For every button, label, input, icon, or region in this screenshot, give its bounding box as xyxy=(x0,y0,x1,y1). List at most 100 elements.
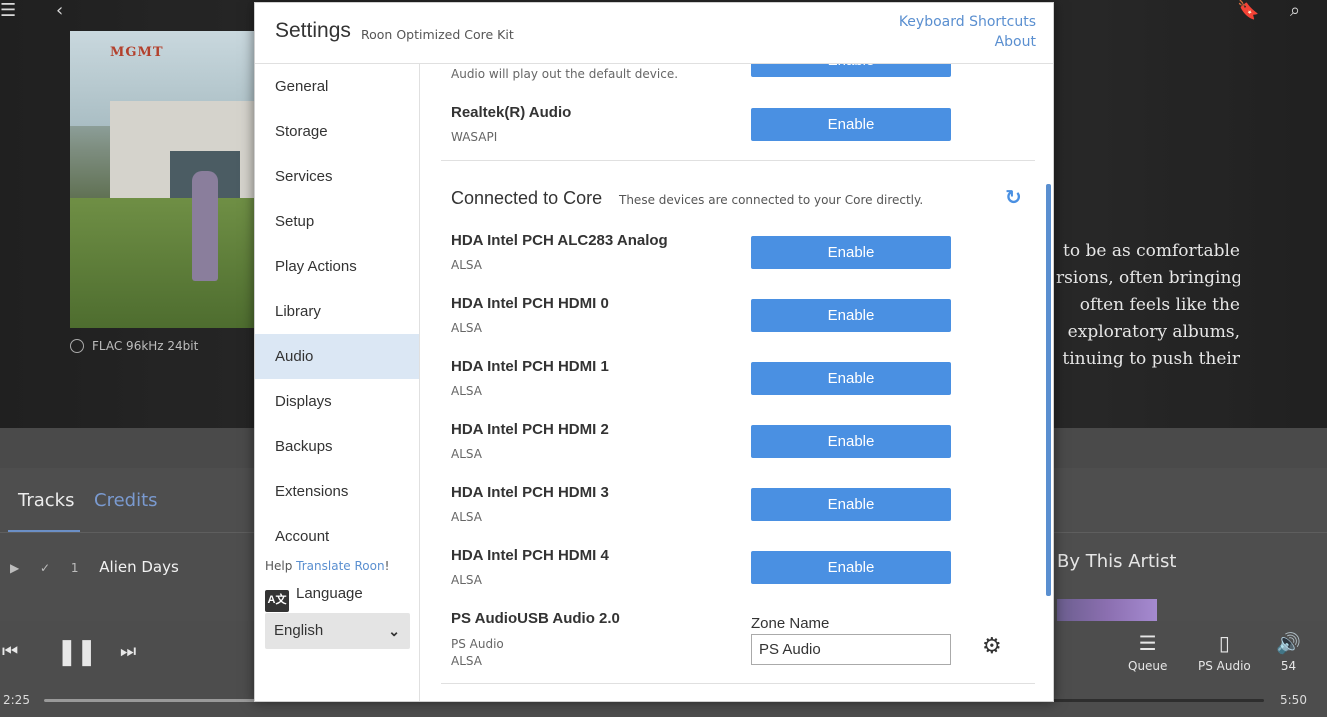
menu-icon[interactable]: ☰ xyxy=(0,0,16,21)
volume-button[interactable]: 🔊 54 xyxy=(1276,631,1301,673)
speaker-icon: ▯ xyxy=(1218,631,1230,655)
device-name: HDA Intel PCH HDMI 1 xyxy=(451,358,609,375)
bookmark-icon[interactable]: 🔖 xyxy=(1237,0,1259,21)
help-prefix: Help xyxy=(265,559,297,573)
previous-button[interactable]: ⏮ xyxy=(2,641,18,662)
enable-button[interactable]: Enable xyxy=(751,108,951,141)
enable-button[interactable]: Enable xyxy=(751,488,951,521)
device-driver: ALSA xyxy=(451,447,482,461)
gear-icon[interactable]: ⚙ xyxy=(982,634,1002,659)
enable-button[interactable]: Enable xyxy=(751,236,951,269)
volume-icon: 🔊 xyxy=(1276,631,1301,655)
enable-button[interactable]: Enable xyxy=(751,299,951,332)
language-label: Language xyxy=(296,585,363,602)
language-icon: A文 xyxy=(265,590,289,612)
device-driver: ALSA xyxy=(451,510,482,524)
bio-line: to be as comfortable xyxy=(1063,241,1240,261)
settings-title: Settings xyxy=(275,19,351,42)
zone-button[interactable]: ▯ PS Audio xyxy=(1198,631,1251,673)
queue-label: Queue xyxy=(1128,659,1168,673)
device-name: Realtek(R) Audio xyxy=(451,104,572,121)
check-icon[interactable]: ✓ xyxy=(40,561,50,575)
device-name: HDA Intel PCH HDMI 0 xyxy=(451,295,609,312)
album-art: MGMT xyxy=(70,31,260,328)
bio-line: tinuing to push their xyxy=(1062,349,1240,369)
device-driver: ALSA xyxy=(451,384,482,398)
track-number: 1 xyxy=(70,561,79,575)
nav-extensions[interactable]: Extensions xyxy=(255,469,419,514)
volume-label: 54 xyxy=(1280,659,1297,673)
language-row: A文 Language xyxy=(265,585,363,612)
audio-settings-content: Audio will play out the default device. … xyxy=(421,64,1053,701)
scrollbar[interactable] xyxy=(1046,184,1051,596)
bio-line: often feels like the xyxy=(1079,295,1240,315)
play-track-icon[interactable]: ▶ xyxy=(10,561,19,575)
settings-dialog: Settings Roon Optimized Core Kit Keyboar… xyxy=(254,2,1054,702)
device-name: HDA Intel PCH HDMI 2 xyxy=(451,421,609,438)
translate-roon-link[interactable]: Translate Roon xyxy=(296,559,384,573)
artist-bio: to be as comfortable rsions, often bring… xyxy=(1056,238,1240,373)
queue-icon: ☰ xyxy=(1138,631,1157,655)
device-name: HDA Intel PCH ALC283 Analog xyxy=(451,232,668,249)
pause-button[interactable]: ❚❚ xyxy=(56,637,98,667)
settings-subtitle: Roon Optimized Core Kit xyxy=(361,27,514,42)
total-time: 5:50 xyxy=(1280,693,1307,707)
device-name: PS AudioUSB Audio 2.0 xyxy=(451,610,620,627)
about-link[interactable]: About xyxy=(995,34,1036,50)
enable-button[interactable]: Enable xyxy=(751,64,951,77)
nav-library[interactable]: Library xyxy=(255,289,419,334)
device-driver: WASAPI xyxy=(451,130,498,144)
language-select[interactable]: English ⌄ xyxy=(265,613,410,649)
refresh-icon[interactable]: ↻ xyxy=(1005,185,1022,209)
signal-path-icon xyxy=(70,339,84,353)
nav-setup[interactable]: Setup xyxy=(255,199,419,244)
device-name: HDA Intel PCH HDMI 4 xyxy=(451,547,609,564)
nav-services[interactable]: Services xyxy=(255,154,419,199)
track-row[interactable]: ▶ ✓ 1 Alien Days xyxy=(10,558,195,576)
device-driver: ALSA xyxy=(451,654,482,668)
enable-button[interactable]: Enable xyxy=(751,362,951,395)
next-button[interactable]: ⏭ xyxy=(120,641,136,662)
section-title: Connected to Core xyxy=(451,188,603,208)
nav-account[interactable]: Account xyxy=(255,514,419,559)
zone-label: PS Audio xyxy=(1198,659,1251,673)
nav-storage[interactable]: Storage xyxy=(255,109,419,154)
settings-header: Settings Roon Optimized Core Kit Keyboar… xyxy=(255,3,1053,64)
section-divider xyxy=(441,160,1035,161)
device-driver: ALSA xyxy=(451,258,482,272)
album-logo: MGMT xyxy=(110,45,164,60)
queue-button[interactable]: ☰ Queue xyxy=(1128,631,1167,673)
by-artist-heading: By This Artist xyxy=(1057,551,1177,572)
zone-name-input[interactable]: PS Audio xyxy=(751,634,951,665)
nav-audio[interactable]: Audio xyxy=(255,334,419,379)
track-name[interactable]: Alien Days xyxy=(99,558,179,576)
zone-name-label: Zone Name xyxy=(751,615,830,632)
chevron-down-icon: ⌄ xyxy=(388,623,400,639)
device-driver: ALSA xyxy=(451,321,482,335)
language-value: English xyxy=(274,622,324,639)
settings-nav: General Storage Services Setup Play Acti… xyxy=(255,64,420,701)
nav-general[interactable]: General xyxy=(255,64,419,109)
tab-credits[interactable]: Credits xyxy=(94,490,158,511)
device-description: Audio will play out the default device. xyxy=(451,67,679,81)
nav-displays[interactable]: Displays xyxy=(255,379,419,424)
format-info: FLAC 96kHz 24bit xyxy=(70,339,198,353)
section-divider xyxy=(441,683,1035,684)
format-text: FLAC 96kHz 24bit xyxy=(92,339,199,353)
elapsed-time: 2:25 xyxy=(3,693,30,707)
artist-album-thumbnail[interactable] xyxy=(1057,599,1157,621)
back-icon[interactable]: ‹ xyxy=(56,0,63,21)
device-driver: ALSA xyxy=(451,573,482,587)
tab-tracks[interactable]: Tracks xyxy=(7,490,82,533)
help-suffix: ! xyxy=(384,559,390,573)
enable-button[interactable]: Enable xyxy=(751,425,951,458)
device-manufacturer: PS Audio xyxy=(451,637,504,651)
bio-line: rsions, often bringing xyxy=(1056,268,1240,288)
nav-backups[interactable]: Backups xyxy=(255,424,419,469)
help-translate: Help Translate Roon! xyxy=(265,559,389,573)
nav-play-actions[interactable]: Play Actions xyxy=(255,244,419,289)
keyboard-shortcuts-link[interactable]: Keyboard Shortcuts xyxy=(899,14,1036,30)
section-description: These devices are connected to your Core… xyxy=(619,193,924,207)
enable-button[interactable]: Enable xyxy=(751,551,951,584)
search-icon[interactable]: ⌕ xyxy=(1290,0,1300,21)
